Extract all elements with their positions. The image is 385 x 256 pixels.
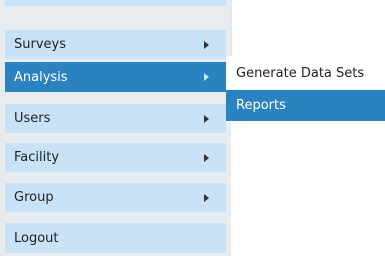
menu-item-group[interactable]: Group [5, 183, 226, 212]
chevron-right-icon [204, 193, 209, 202]
menu-item-users[interactable]: Users [5, 104, 226, 133]
menu-item-label: Facility [14, 150, 60, 165]
chevron-right-icon [204, 40, 209, 49]
side-menu: Surveys Analysis Users Facility Group Lo… [0, 0, 231, 256]
menu-item-label: Analysis [14, 69, 68, 85]
analysis-submenu: Generate Data Sets Reports [226, 56, 385, 122]
menu-item-surveys[interactable]: Surveys [5, 30, 226, 59]
menu-item-facility[interactable]: Facility [5, 143, 226, 172]
menu-item-label: Surveys [14, 37, 66, 52]
menu-item-logout[interactable]: Logout [5, 223, 226, 253]
menu-item-analysis[interactable]: Analysis [5, 62, 226, 92]
chevron-right-icon [204, 114, 209, 123]
menu-item-partial[interactable] [5, 0, 226, 6]
menu-item-label: Users [14, 111, 51, 126]
menu-item-label: Group [14, 190, 54, 205]
submenu-item-generate-data-sets[interactable]: Generate Data Sets [226, 58, 385, 89]
menu-item-label: Logout [14, 230, 59, 246]
submenu-item-label: Reports [236, 98, 286, 113]
chevron-right-icon [204, 153, 209, 162]
submenu-item-label: Generate Data Sets [236, 66, 365, 81]
chevron-right-icon [204, 73, 209, 81]
submenu-item-reports[interactable]: Reports [226, 90, 385, 121]
divider [231, 0, 232, 56]
